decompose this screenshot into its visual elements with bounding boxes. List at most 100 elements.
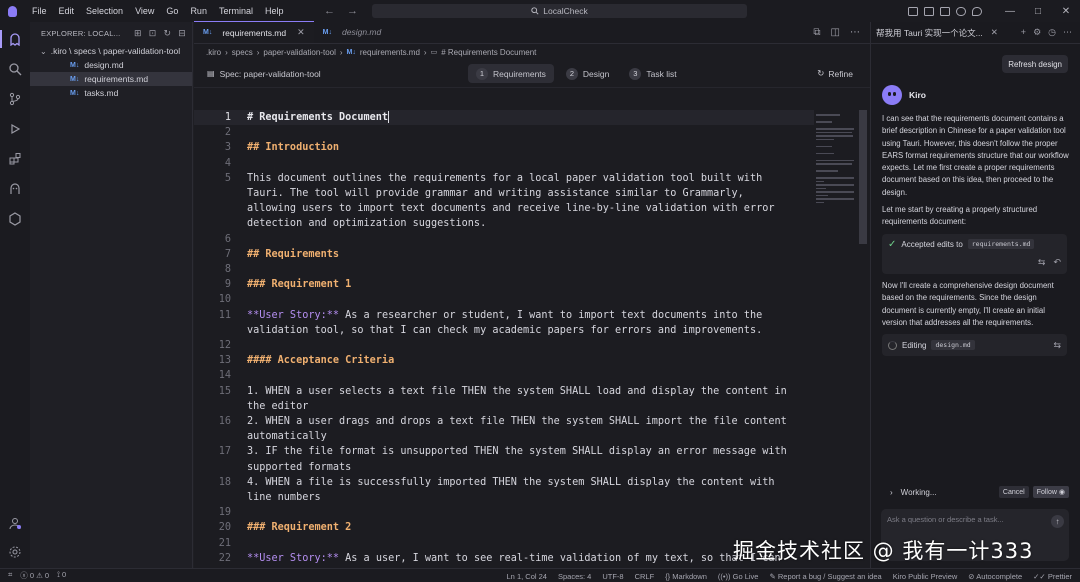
arrow-left-icon[interactable]: ← (324, 5, 335, 17)
extensions-icon[interactable] (0, 144, 30, 174)
new-folder-icon[interactable]: ⊡ (149, 28, 157, 39)
refresh-icon[interactable]: ↻ (164, 28, 172, 39)
code-editor[interactable]: 1 # Requirements Document 2 3 ## Introductio… (194, 110, 870, 579)
toggle-secondary-sidebar-icon[interactable] (940, 6, 950, 16)
code-line: automatically (194, 429, 814, 444)
close-icon[interactable]: ✕ (991, 27, 998, 38)
open-diff-icon[interactable]: ⇆ (1053, 340, 1061, 351)
body-text: detection and optimization suggestions. (247, 218, 487, 230)
go-live-button[interactable]: ((•)) Go Live (718, 572, 759, 581)
breadcrumb-item[interactable]: # Requirements Document (441, 48, 536, 57)
chevron-right-icon[interactable]: › (890, 488, 893, 497)
problems-indicator[interactable]: ⓧ 0 ⚠ 0 (20, 570, 49, 581)
breadcrumb-item[interactable]: specs (232, 48, 253, 57)
minimap[interactable] (816, 114, 856, 203)
more-actions-icon[interactable]: ⋯ (1063, 27, 1072, 38)
file-chip[interactable]: requirements.md (967, 239, 1035, 249)
menu-go[interactable]: Go (160, 6, 184, 16)
menu-edit[interactable]: Edit (53, 6, 81, 16)
nav-arrows: ← → (324, 0, 358, 22)
line-number: 11 (218, 309, 231, 321)
tab-requirements-md[interactable]: M↓ requirements.md ✕ (194, 21, 314, 43)
file-design-md[interactable]: M↓ design.md (30, 58, 192, 72)
open-diff-icon[interactable]: ⇆ (1038, 257, 1046, 268)
breadcrumb-item[interactable]: paper-validation-tool (263, 48, 336, 57)
run-debug-icon[interactable] (0, 114, 30, 144)
bug-icon: ✎ (769, 571, 776, 581)
new-chat-icon[interactable]: + (1021, 27, 1026, 38)
file-tasks-md[interactable]: M↓ tasks.md (30, 86, 192, 100)
maximize-icon[interactable]: □ (1024, 6, 1052, 17)
menu-file[interactable]: File (26, 6, 53, 16)
line-number: 14 (218, 370, 231, 382)
refine-button[interactable]: ↻ Refine (817, 68, 853, 79)
more-actions-icon[interactable]: ⋯ (850, 27, 860, 38)
command-center[interactable]: LocalCheck (372, 4, 747, 18)
prettier-button[interactable]: ✓✓ Prettier (1033, 572, 1072, 581)
folder-path-label: .kiro \ specs \ paper-validation-tool (50, 46, 181, 56)
step-task-list[interactable]: 3 Task list (621, 64, 684, 83)
heading-text: ## Introduction (247, 142, 340, 154)
language-mode[interactable]: {} Markdown (665, 572, 707, 581)
vertical-scrollbar[interactable] (859, 110, 867, 244)
open-preview-icon[interactable]: ⧉ (813, 27, 820, 38)
file-label: requirements.md (84, 74, 149, 84)
breadcrumb-item[interactable]: requirements.md (360, 48, 420, 57)
end-of-line[interactable]: CRLF (635, 572, 655, 581)
remote-icon[interactable]: ⌗ (8, 570, 12, 581)
kiro-chat-icon[interactable] (0, 174, 30, 204)
history-icon[interactable]: ◷ (1048, 27, 1056, 38)
close-window-icon[interactable]: ✕ (1052, 6, 1080, 17)
agent-message: Let me start by creating a properly stru… (882, 205, 1038, 227)
send-arrow-icon[interactable]: ↑ (1051, 515, 1064, 528)
new-file-icon[interactable]: ⊞ (134, 28, 142, 39)
spec-title: ▤ Spec: paper-validation-tool (207, 69, 321, 79)
kiro-ghost-icon[interactable] (0, 24, 30, 54)
source-control-icon[interactable] (0, 84, 30, 114)
report-bug-button[interactable]: ✎ Report a bug / Suggest an idea (769, 572, 881, 581)
menu-selection[interactable]: Selection (80, 6, 129, 16)
file-chip[interactable]: design.md (931, 340, 975, 350)
encoding[interactable]: UTF-8 (602, 572, 623, 581)
account-circle-icon[interactable] (956, 6, 966, 16)
search-icon[interactable] (0, 54, 30, 84)
split-editor-icon[interactable]: ◫ (831, 27, 840, 38)
toggle-panel-icon[interactable] (924, 6, 934, 16)
folder-paper-validation-tool[interactable]: ⌄ .kiro \ specs \ paper-validation-tool (30, 44, 192, 58)
step-requirements[interactable]: 1 Requirements (468, 64, 554, 83)
revert-icon[interactable]: ↶ (1053, 257, 1061, 268)
arrow-right-icon[interactable]: → (347, 5, 358, 17)
cancel-button[interactable]: Cancel (998, 486, 1029, 498)
indentation[interactable]: Spaces: 4 (558, 572, 591, 581)
menu-run[interactable]: Run (184, 6, 213, 16)
settings-gear-icon[interactable] (0, 537, 30, 567)
toggle-primary-sidebar-icon[interactable] (908, 6, 918, 16)
chat-session-tab[interactable]: 帮我用 Tauri 实现一个论文... (876, 27, 983, 39)
collapse-all-icon[interactable]: ⊟ (178, 28, 186, 39)
cursor-position[interactable]: Ln 1, Col 24 (507, 572, 547, 581)
file-requirements-md[interactable]: M↓ requirements.md (30, 72, 192, 86)
minimize-icon[interactable]: — (996, 6, 1024, 17)
agent-message: Now I'll create a comprehensive design d… (882, 281, 1054, 327)
editing-card: Editing design.md ⇆ (882, 334, 1067, 356)
body-text: line numbers (247, 492, 321, 503)
ports-indicator[interactable]: ⟟ 0 (57, 570, 66, 581)
breadcrumb-item[interactable]: .kiro (206, 48, 221, 57)
menu-help[interactable]: Help (259, 6, 290, 16)
chat-input[interactable] (887, 515, 1037, 524)
menu-terminal[interactable]: Terminal (213, 6, 259, 16)
account-icon[interactable] (0, 508, 30, 538)
chat-bubble-icon[interactable] (972, 6, 982, 16)
autocomplete-toggle[interactable]: ⊘ Autocomplete (968, 572, 1022, 581)
chat-settings-icon[interactable]: ⚙ (1033, 27, 1041, 38)
kiro-spec-icon[interactable] (0, 204, 30, 234)
minimap-line (816, 131, 852, 133)
tab-design-md[interactable]: M↓ design.md (314, 21, 391, 43)
close-icon[interactable]: ✕ (297, 27, 305, 38)
kiro-chat-panel: 帮我用 Tauri 实现一个论文... ✕ + ⚙ ◷ ⋯ Refresh de… (870, 22, 1080, 568)
code-line: 12 (194, 338, 814, 353)
menu-view[interactable]: View (129, 6, 160, 16)
follow-button[interactable]: Follow ◉ (1032, 486, 1069, 498)
refresh-design-button[interactable]: Refresh design (1002, 55, 1068, 73)
step-design[interactable]: 2 Design (558, 64, 617, 83)
